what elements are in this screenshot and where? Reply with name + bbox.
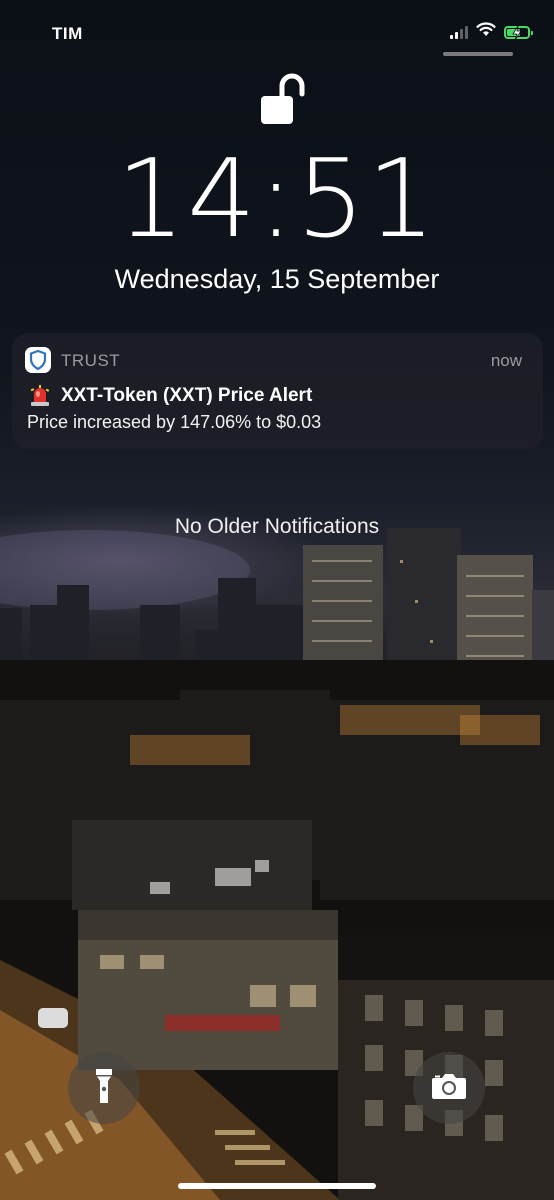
flashlight-icon [94, 1067, 114, 1110]
lock-screen: TIM 14:51 Wednesday, 15 September TRUST … [0, 0, 554, 1200]
signal-strength-icon [450, 25, 468, 39]
lock-screen-time: 14:51 [116, 137, 438, 262]
shield-icon [25, 347, 51, 373]
home-indicator[interactable] [178, 1183, 376, 1189]
notification-title: XXT-Token (XXT) Price Alert [61, 385, 313, 406]
carrier-name: TIM [52, 24, 83, 43]
battery-charging-icon [504, 25, 533, 40]
status-bar: TIM [0, 0, 554, 60]
camera-button[interactable] [413, 1052, 485, 1124]
flashlight-button[interactable] [68, 1052, 140, 1124]
lock-screen-date: Wednesday, 15 September [114, 264, 440, 294]
notification-app-name: TRUST [61, 351, 121, 370]
notification-time: now [490, 351, 522, 370]
notification-body: Price increased by 147.06% to $0.03 [27, 412, 322, 432]
wifi-icon [476, 22, 496, 42]
camera-icon [431, 1072, 467, 1105]
control-center-indicator[interactable] [443, 52, 513, 56]
police-light-icon [29, 385, 51, 407]
unlocked-padlock-icon [260, 72, 310, 131]
status-icons [450, 22, 533, 42]
notification-card[interactable]: TRUST now XXT-Token (XXT) Price Alert Pr… [12, 333, 543, 449]
notification-title-row: XXT-Token (XXT) Price Alert [29, 385, 312, 407]
no-older-notifications-label: No Older Notifications [174, 515, 380, 538]
